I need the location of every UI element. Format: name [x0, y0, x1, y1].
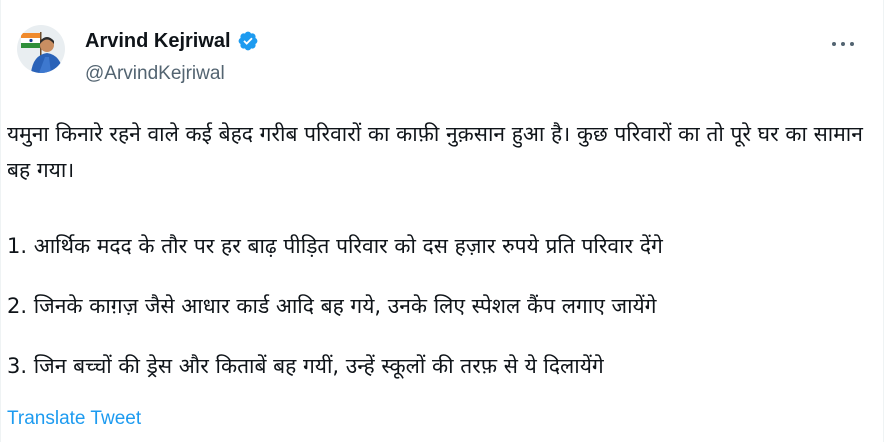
more-options-icon[interactable]	[825, 30, 861, 58]
author-name-row: Arvind Kejriwal	[85, 29, 259, 53]
tweet-text: यमुना किनारे रहने वाले कई बेहद गरीब परिव…	[7, 116, 875, 384]
more-dot	[841, 42, 845, 46]
translate-tweet-link[interactable]: Translate Tweet	[7, 408, 141, 430]
author-avatar[interactable]	[17, 25, 65, 73]
tweet-point-3: 3. जिन बच्चों की ड्रेस और किताबें बह गयी…	[7, 354, 604, 378]
tweet-point-1: 1. आर्थिक मदद के तौर पर हर बाढ़ पीड़ित प…	[7, 234, 663, 258]
more-dot	[850, 42, 854, 46]
verified-badge-icon	[237, 30, 259, 52]
author-display-name[interactable]: Arvind Kejriwal	[85, 29, 231, 53]
tweet-intro: यमुना किनारे रहने वाले कई बेहद गरीब परिव…	[7, 122, 863, 182]
tweet-card: Arvind Kejriwal @ArvindKejriwal यमुना कि…	[0, 0, 884, 442]
more-dot	[832, 42, 836, 46]
avatar-image	[17, 25, 65, 73]
tweet-point-2: 2. जिनके काग़ज़ जैसे आधार कार्ड आदि बह ग…	[7, 294, 657, 318]
author-handle[interactable]: @ArvindKejriwal	[85, 62, 225, 86]
